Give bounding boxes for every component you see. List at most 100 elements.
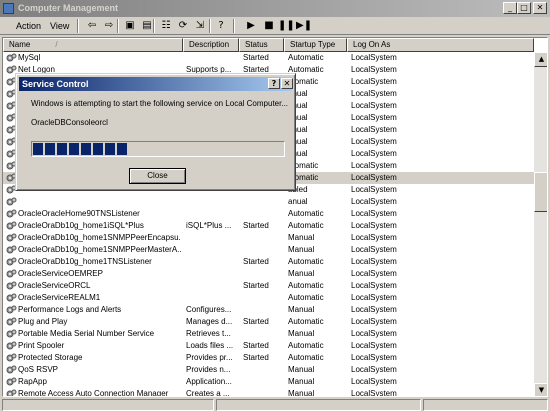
cell-name: RapApp: [3, 376, 181, 388]
service-name-text: Protected Storage: [18, 353, 83, 362]
cell-log-on-as: LocalSystem: [351, 221, 397, 230]
table-row[interactable]: Portable Media Serial Number Service Retr…: [3, 328, 534, 340]
service-name: OracleDBConsoleorcl: [31, 118, 108, 127]
cell-log-on-as: LocalSystem: [351, 269, 397, 278]
cell-startup-type: Automatic: [288, 281, 324, 290]
table-row[interactable]: Remote Access Auto Connection Manager Cre…: [3, 388, 534, 396]
dialog-title-bar[interactable]: Service Control: [19, 77, 292, 91]
table-row[interactable]: OracleOracleHome90TNSListener Automatic Lo…: [3, 208, 534, 220]
cell-log-on-as: LocalSystem: [351, 149, 397, 158]
table-row[interactable]: OracleOraDb10g_home1SNMPPeerMasterA... Ma…: [3, 244, 534, 256]
service-gear-icon: [6, 233, 17, 243]
cell-log-on-as: LocalSystem: [351, 281, 397, 290]
cell-startup-type: Manual: [288, 305, 315, 314]
scroll-up-button[interactable]: ▲: [534, 52, 547, 67]
table-row[interactable]: QoS RSVP Provides n... Manual LocalSystem: [3, 364, 534, 376]
help-button[interactable]: ?: [268, 78, 280, 89]
service-gear-icon: [6, 365, 17, 375]
cell-name: OracleServiceOEMREP: [3, 268, 181, 280]
cell-description: [186, 196, 238, 208]
cell-log-on-as: LocalSystem: [351, 77, 397, 86]
column-header-description[interactable]: Description: [183, 38, 239, 52]
cell-startup-type: Automatic: [288, 353, 324, 362]
table-row[interactable]: OracleServiceOEMREP Manual LocalSystem: [3, 268, 534, 280]
menu-action[interactable]: Action: [16, 21, 41, 31]
cell-description: [186, 208, 238, 220]
maximize-button[interactable]: □: [517, 2, 531, 14]
table-row[interactable]: MySql Started Automatic LocalSystem: [3, 52, 534, 64]
cell-name: Portable Media Serial Number Service: [3, 328, 181, 340]
toolbar-separator: [233, 19, 235, 33]
window-title-bar[interactable]: Computer Management _ □ ✕: [0, 0, 550, 17]
service-gear-icon: [6, 377, 17, 387]
service-gear-icon: [6, 341, 17, 351]
cell-name: OracleOraDb10g_home1SNMPPeerMasterA...: [3, 244, 181, 256]
computer-management-icon: [3, 3, 14, 14]
cell-startup-type: Automatic: [288, 65, 324, 74]
up-folder-icon[interactable]: ▣: [122, 19, 138, 33]
column-header-startup-type[interactable]: Startup Type: [284, 38, 347, 52]
table-row[interactable]: RapApp Application... Manual LocalSystem: [3, 376, 534, 388]
cell-startup-type: Manual: [288, 269, 315, 278]
progress-block: [57, 143, 67, 155]
table-row[interactable]: OracleServiceORCL Started Automatic LocalSy…: [3, 280, 534, 292]
forward-icon[interactable]: ⇨: [101, 19, 117, 33]
restart-service-icon[interactable]: ▶❚: [296, 19, 312, 33]
cell-log-on-as: LocalSystem: [351, 293, 397, 302]
table-row[interactable]: anual LocalSystem: [3, 196, 534, 208]
stop-service-icon[interactable]: ■: [261, 19, 277, 33]
list-header: Name / Description Status Startup Type Lo…: [3, 38, 543, 52]
cell-status: Started: [243, 281, 269, 290]
table-row[interactable]: OracleOraDb10g_home1SNMPPeerEncapsu... Ma…: [3, 232, 534, 244]
service-name-text: QoS RSVP: [18, 365, 59, 374]
refresh-icon[interactable]: ⟳: [175, 19, 191, 33]
minimize-button[interactable]: _: [503, 2, 517, 14]
service-name-text: MySql: [18, 53, 41, 62]
start-service-icon[interactable]: ▶: [243, 19, 259, 33]
cell-name: Print Spooler: [3, 340, 181, 352]
scroll-down-button[interactable]: ▼: [534, 383, 547, 396]
progress-block: [69, 143, 79, 155]
table-row[interactable]: Performance Logs and Alerts Configures...…: [3, 304, 534, 316]
help-icon[interactable]: ?: [213, 19, 229, 33]
cell-status: Started: [243, 221, 269, 230]
service-control-dialog: Service Control ? ✕ Windows is attemptin…: [15, 73, 296, 191]
table-row[interactable]: Plug and Play Manages d... Started Automati…: [3, 316, 534, 328]
cell-description: Application...: [186, 377, 232, 386]
table-row[interactable]: OracleOraDb10g_home1iSQL*Plus iSQL*Plus .…: [3, 220, 534, 232]
cell-startup-type: anual: [288, 149, 308, 158]
progress-fill: [33, 143, 129, 155]
close-button[interactable]: Close: [129, 168, 186, 184]
service-gear-icon: [6, 257, 17, 267]
table-row[interactable]: OracleOraDb10g_home1TNSListener Started Au…: [3, 256, 534, 268]
cell-startup-type: utomatic: [288, 161, 319, 170]
cell-log-on-as: LocalSystem: [351, 173, 397, 182]
cell-log-on-as: LocalSystem: [351, 113, 397, 122]
table-row[interactable]: Print Spooler Loads files ... Started Autom…: [3, 340, 534, 352]
service-gear-icon: [6, 209, 17, 219]
cell-startup-type: abled: [288, 185, 308, 194]
table-row[interactable]: OracleServiceREALM1 Automatic LocalSystem: [3, 292, 534, 304]
table-row[interactable]: Protected Storage Provides pr... Started Au…: [3, 352, 534, 364]
cell-name: OracleOraDb10g_home1SNMPPeerEncapsu...: [3, 232, 181, 244]
column-header-log-on-as[interactable]: Log On As: [347, 38, 534, 52]
cell-startup-type: Manual: [288, 377, 315, 386]
back-icon[interactable]: ⇦: [84, 19, 100, 33]
column-header-name[interactable]: Name /: [3, 38, 183, 52]
scroll-thumb[interactable]: [534, 172, 547, 212]
cell-name: Plug and Play: [3, 316, 181, 328]
service-name-text: OracleServiceREALM1: [18, 293, 101, 302]
properties-icon[interactable]: ☷: [158, 19, 174, 33]
vertical-scrollbar[interactable]: ▲ ▼: [534, 52, 547, 396]
menu-view[interactable]: View: [50, 21, 69, 31]
close-window-button[interactable]: ✕: [533, 2, 547, 14]
export-list-icon[interactable]: ⇲: [192, 19, 208, 33]
menu-and-toolbar: Action View ⇦ ⇨ ▣ ▤ ☷ ⟳ ⇲? ▶ ■ ❚❚ ▶❚: [0, 17, 550, 35]
service-name-text: Performance Logs and Alerts: [18, 305, 122, 314]
progress-block: [33, 143, 43, 155]
cell-status: Started: [243, 317, 269, 326]
column-header-status[interactable]: Status: [239, 38, 284, 52]
pause-service-icon[interactable]: ❚❚: [278, 19, 295, 33]
cell-log-on-as: LocalSystem: [351, 245, 397, 254]
dialog-close-x-button[interactable]: ✕: [281, 78, 293, 89]
